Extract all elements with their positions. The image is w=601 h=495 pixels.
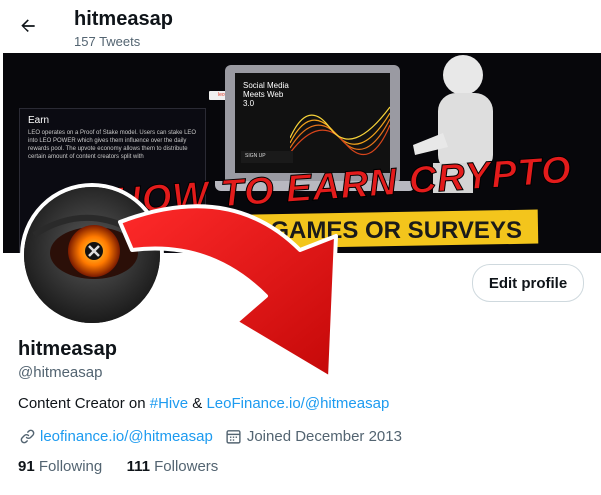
followers-stat[interactable]: 111 Followers [127,458,219,475]
joined-date: Joined December 2013 [246,427,402,445]
profile-bio: Content Creator on #Hive & LeoFinance.io… [18,395,389,412]
banner-wave-graphic [290,106,390,155]
following-count: 91 [18,458,35,475]
bio-text: Content Creator on [18,395,150,412]
banner-earn-title: Earn [28,115,50,126]
banner-screen-title: Social Media Meets Web 3.0 [243,81,289,108]
back-arrow-icon [21,19,35,32]
banner-screen-button-label: SIGN UP [245,153,266,159]
banner-subheadline: EARN NO GAMES OR SURVEYS [153,217,522,244]
profile-handle: @hitmeasap [18,364,103,381]
profile-header: hitmeasap 157 Tweets [0,0,601,53]
bio-ampersand: & [188,395,207,412]
banner-laptop-screen: Social Media Meets Web 3.0 SIGN UP [235,73,390,173]
tweet-count: 157 Tweets [74,34,141,49]
following-label: Following [38,458,103,475]
website-link[interactable]: leofinance.io/@hitmeasap [40,428,213,445]
header-title: hitmeasap [74,8,173,30]
link-icon [18,427,36,445]
following-stat[interactable]: 91 Following [18,458,102,475]
bio-hashtag-link[interactable]: #Hive [150,395,188,412]
avatar-eye-image [24,187,160,323]
bio-mention-link[interactable]: LeoFinance.io/@hitmeasap [206,395,389,412]
banner-earn-text: LEO operates on a Proof of Stake model. … [28,130,197,160]
profile-meta: leofinance.io/@hitmeasap Joined December… [18,427,402,445]
calendar-icon [225,427,243,445]
followers-label: Followers [154,458,219,475]
avatar[interactable] [20,183,164,327]
follow-stats: 91 Following 111 Followers [18,458,218,475]
followers-count: 111 [126,458,150,475]
profile-name: hitmeasap [18,338,117,360]
back-button[interactable] [14,12,42,40]
edit-profile-button[interactable]: Edit profile [472,264,584,302]
banner-screen-button: SIGN UP [241,151,293,163]
